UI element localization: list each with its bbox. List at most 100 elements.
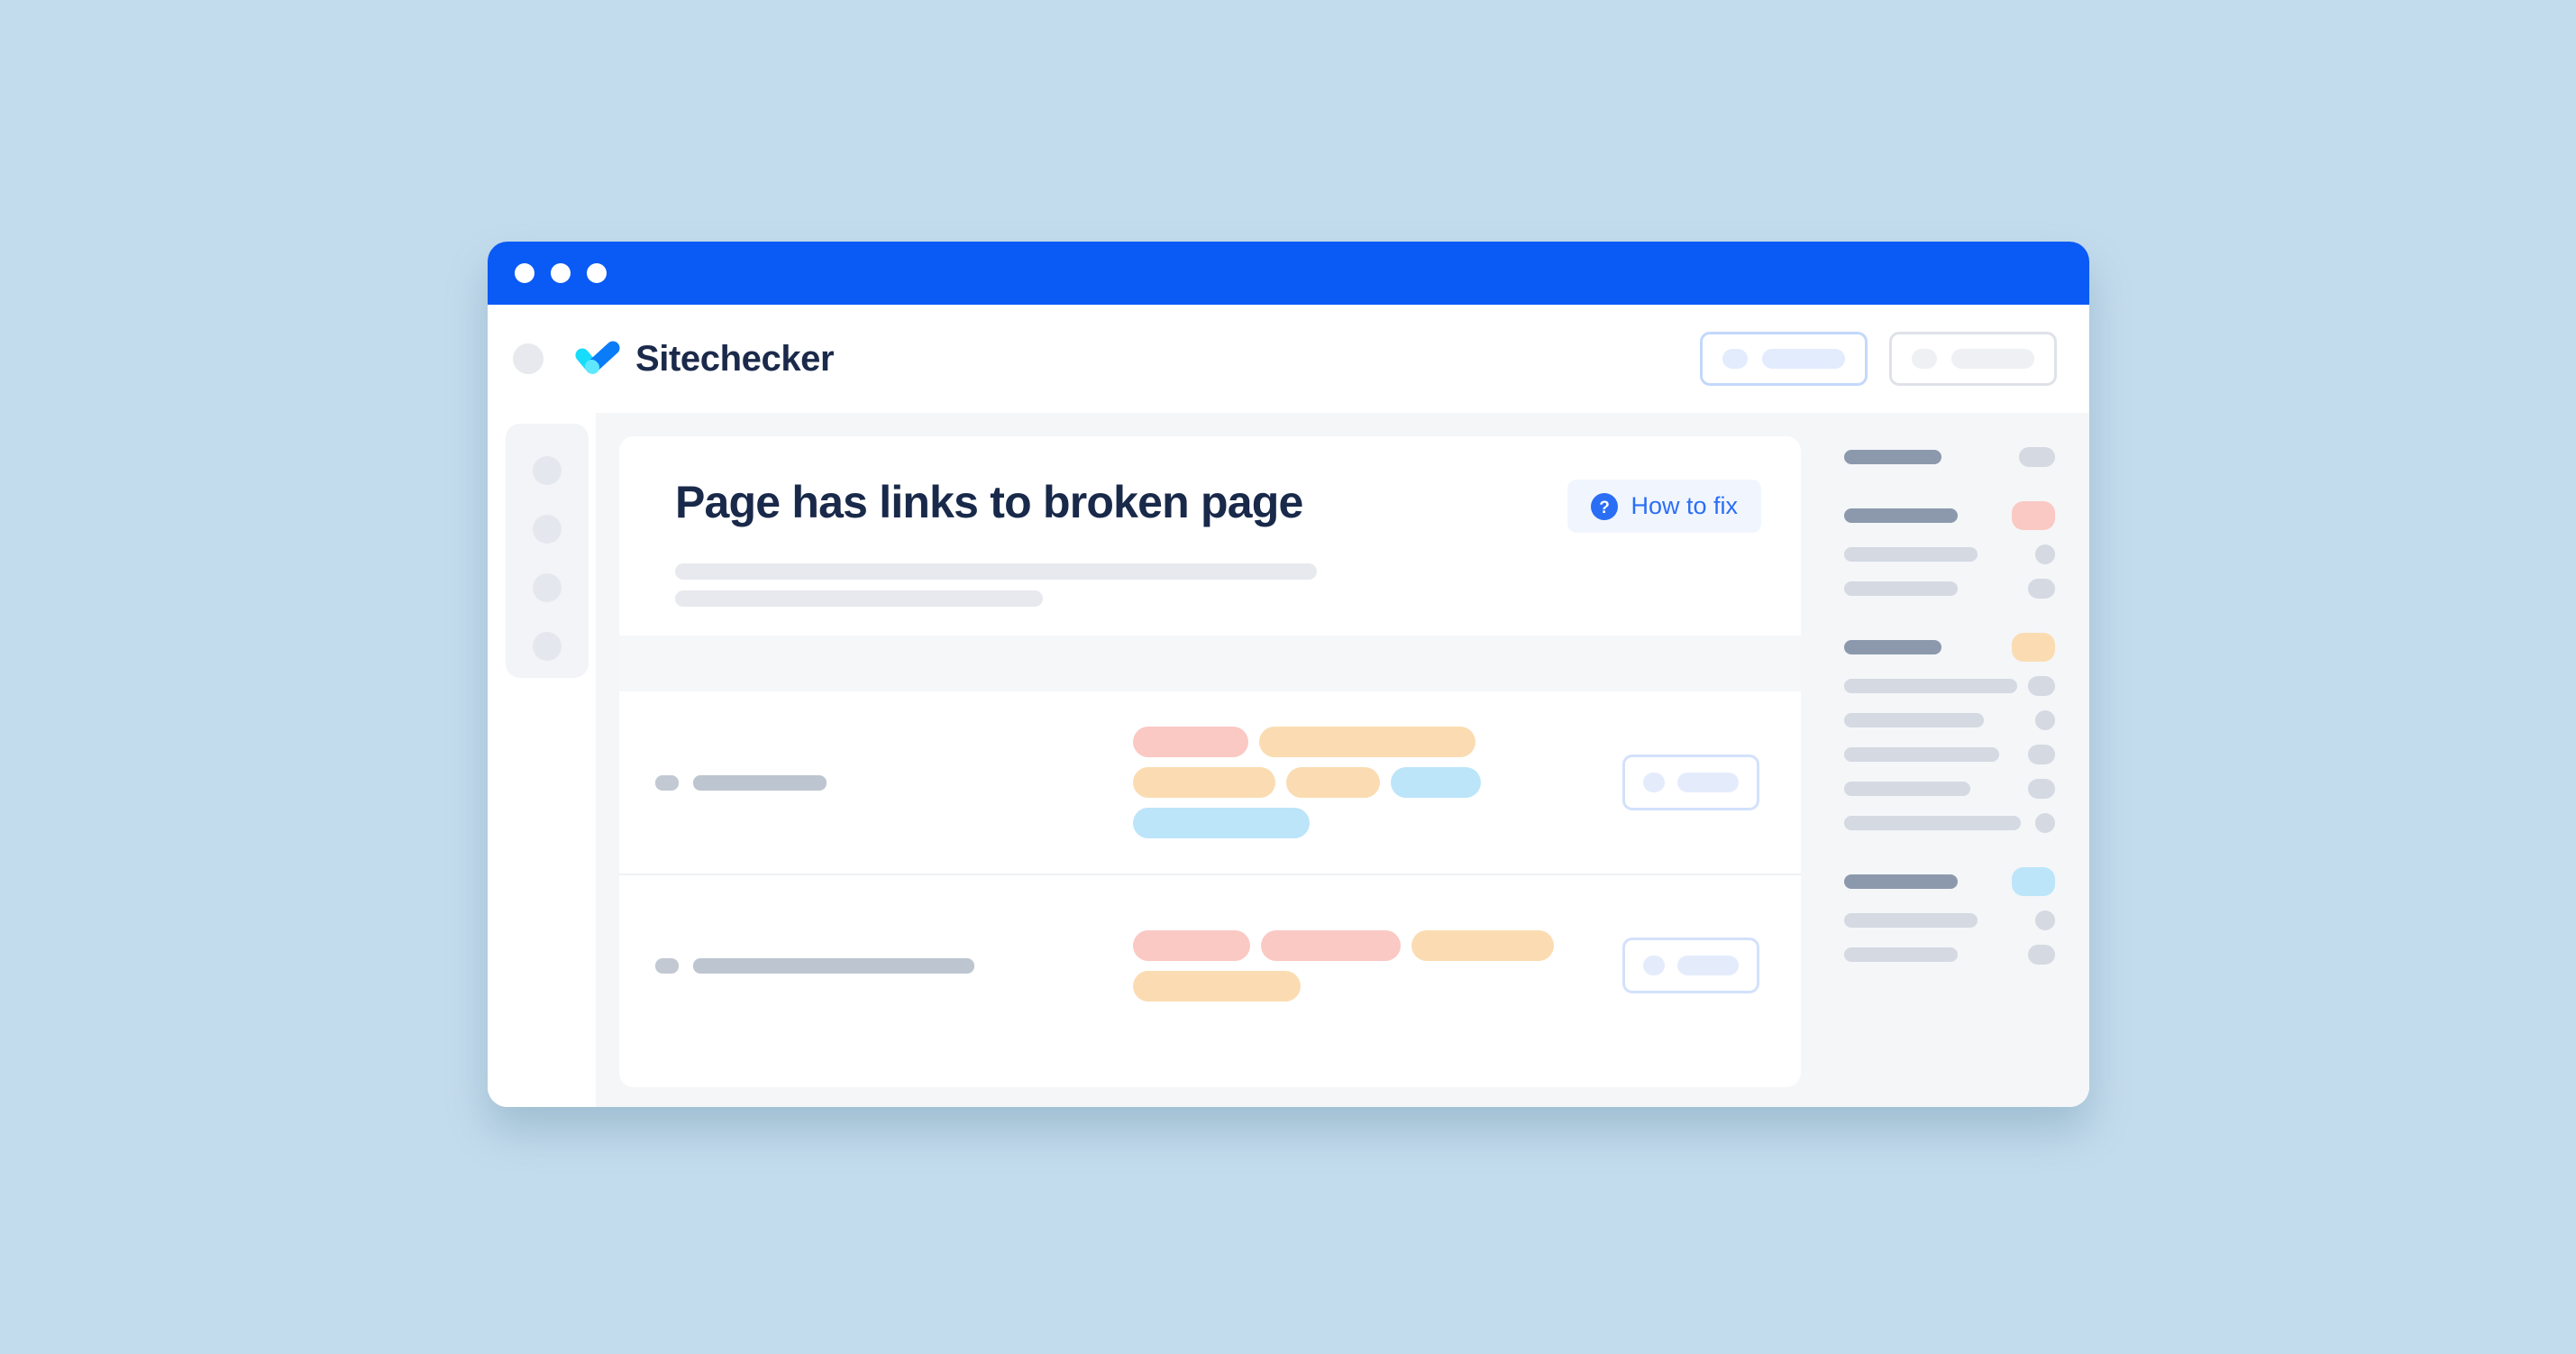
row-action-button[interactable]	[1622, 755, 1759, 810]
right-rail-label	[1844, 679, 2017, 693]
placeholder-dot-icon	[1912, 349, 1937, 369]
right-rail-label	[1844, 782, 1970, 796]
right-rail-label	[1844, 450, 1941, 464]
right-rail-label	[1844, 913, 1978, 928]
row-label-bar	[693, 957, 974, 974]
right-rail-item[interactable]	[1844, 710, 2055, 730]
placeholder-label-bar	[1677, 956, 1739, 975]
right-rail-badge	[2035, 544, 2055, 564]
right-rail-group-2	[1844, 501, 2055, 599]
browser-window: Sitechecker Page has links to broken pag…	[488, 242, 2089, 1107]
right-rail-item[interactable]	[1844, 867, 2055, 896]
placeholder-dot-icon	[1722, 349, 1748, 369]
row-tag-group	[1133, 929, 1584, 1002]
row-tag	[1411, 929, 1554, 961]
brand-name: Sitechecker	[635, 338, 835, 379]
right-rail-label	[1844, 874, 1958, 889]
description-skeleton	[675, 563, 1761, 607]
row-tag	[1133, 767, 1275, 798]
browser-titlebar	[488, 242, 2089, 305]
traffic-light-dot-icon-1[interactable]	[515, 263, 534, 283]
right-rail-item[interactable]	[1844, 544, 2055, 564]
left-sidebar-panel	[506, 424, 589, 678]
app-body: Page has links to broken page ? How to f…	[488, 413, 2089, 1107]
right-rail-item[interactable]	[1844, 579, 2055, 599]
table-body	[619, 691, 1801, 1056]
svg-text:?: ?	[1600, 499, 1611, 517]
right-rail-item[interactable]	[1844, 676, 2055, 696]
sidebar-item-icon-1[interactable]	[533, 456, 562, 485]
how-to-fix-button[interactable]: ? How to fix	[1567, 480, 1761, 533]
title-block: Page has links to broken page ? How to f…	[619, 436, 1801, 607]
traffic-light-dot-icon-2[interactable]	[551, 263, 571, 283]
row-tag	[1133, 929, 1250, 961]
row-checkbox-icon[interactable]	[655, 957, 679, 974]
primary-header-button[interactable]	[1700, 332, 1868, 386]
right-rail-group-4	[1844, 867, 2055, 965]
right-rail-item[interactable]	[1844, 813, 2055, 833]
right-rail-group-1	[1844, 447, 2055, 467]
right-rail-label	[1844, 547, 1978, 562]
right-rail-label	[1844, 713, 1984, 727]
placeholder-label-bar	[1762, 349, 1845, 369]
right-rail-badge	[2028, 579, 2055, 599]
traffic-light-dot-icon-3[interactable]	[587, 263, 607, 283]
right-rail-item[interactable]	[1844, 501, 2055, 530]
right-rail-group-3	[1844, 633, 2055, 833]
right-rail-item[interactable]	[1844, 779, 2055, 799]
right-rail-badge	[2019, 447, 2055, 467]
left-sidebar	[488, 413, 596, 1107]
right-rail-divider	[1844, 847, 2055, 867]
sidebar-item-icon-2[interactable]	[533, 515, 562, 544]
row-tag	[1261, 929, 1401, 961]
right-rail-badge	[2035, 710, 2055, 730]
question-mark-circle-icon: ?	[1591, 492, 1619, 520]
row-action-button[interactable]	[1622, 938, 1759, 993]
table-row[interactable]	[619, 874, 1801, 1056]
placeholder-dot-icon	[1643, 956, 1665, 975]
right-rail-item[interactable]	[1844, 447, 2055, 467]
header-actions	[1700, 332, 2057, 386]
row-tag	[1286, 767, 1380, 798]
placeholder-label-bar	[1951, 349, 2034, 369]
row-label-group	[655, 957, 1133, 974]
row-tag	[1259, 727, 1475, 757]
placeholder-label-bar	[1677, 773, 1739, 792]
sitechecker-checkmark-logo-icon	[574, 340, 621, 378]
right-rail-badge	[2012, 867, 2055, 896]
brand[interactable]: Sitechecker	[574, 338, 835, 380]
right-rail-label	[1844, 816, 2021, 830]
row-tag	[1133, 727, 1248, 757]
right-sidebar	[1826, 413, 2089, 1107]
right-rail-divider	[1844, 481, 2055, 501]
right-rail-item[interactable]	[1844, 745, 2055, 764]
how-to-fix-label: How to fix	[1631, 492, 1738, 519]
right-rail-item[interactable]	[1844, 633, 2055, 662]
row-tag	[1133, 808, 1310, 838]
description-line-2	[675, 590, 1043, 607]
right-rail-item[interactable]	[1844, 945, 2055, 965]
row-checkbox-icon[interactable]	[655, 774, 679, 791]
right-rail-badge	[2028, 745, 2055, 764]
secondary-header-button[interactable]	[1889, 332, 2057, 386]
title-row: Page has links to broken page ? How to f…	[675, 478, 1761, 533]
right-rail-badge	[2028, 945, 2055, 965]
sidebar-item-icon-3[interactable]	[533, 573, 562, 602]
sidebar-item-icon-4[interactable]	[533, 632, 562, 661]
right-rail-badge	[2028, 779, 2055, 799]
table-header-band	[619, 636, 1801, 691]
right-rail-badge	[2012, 633, 2055, 662]
row-label-group	[655, 774, 1133, 791]
right-rail-label	[1844, 947, 1958, 962]
right-rail-label	[1844, 508, 1958, 523]
right-rail-divider	[1844, 613, 2055, 633]
row-tag	[1133, 970, 1301, 1002]
right-rail-label	[1844, 581, 1958, 596]
page-title: Page has links to broken page	[675, 477, 1303, 527]
avatar-circle-icon[interactable]	[513, 343, 544, 374]
right-rail-label	[1844, 747, 1999, 762]
table-row[interactable]	[619, 691, 1801, 874]
right-rail-item[interactable]	[1844, 910, 2055, 930]
right-rail-badge	[2035, 910, 2055, 930]
row-label-bar	[693, 774, 827, 791]
